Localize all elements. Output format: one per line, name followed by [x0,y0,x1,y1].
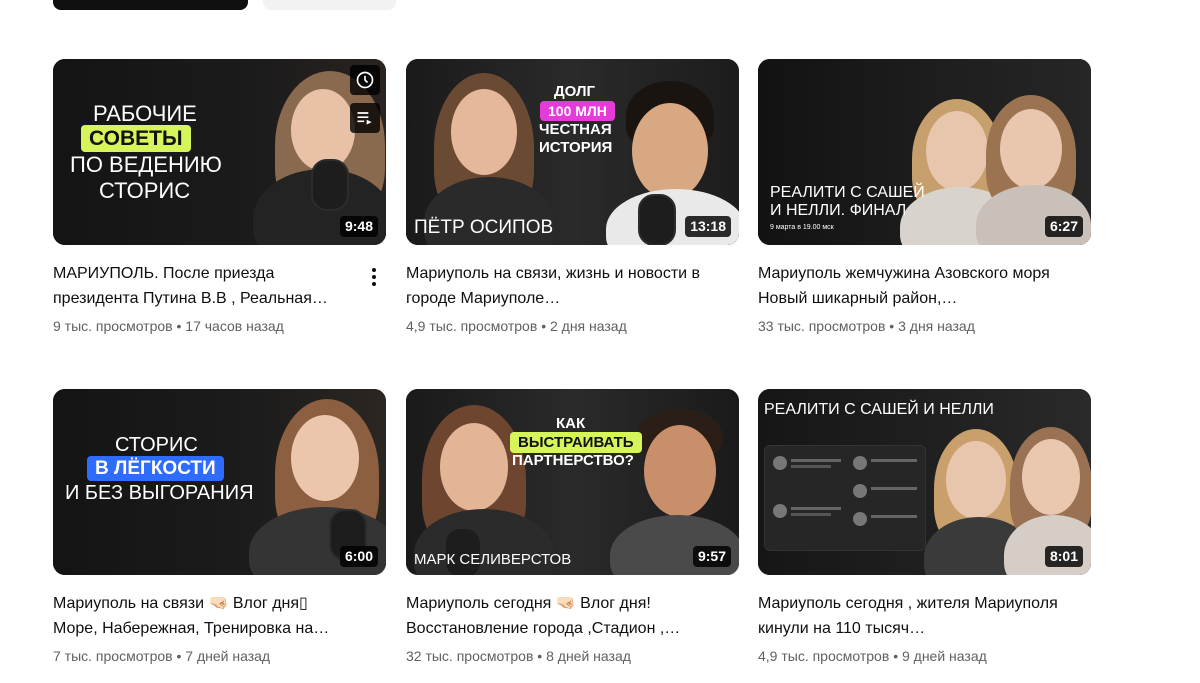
meta-separator: • [176,648,182,664]
thumbnail-text: РЕАЛИТИ С САШЕЙ [770,184,925,201]
video-title[interactable]: Мариуполь на связи 🤜🏻 Влог дня▯ Море, На… [53,591,353,641]
video-card[interactable]: РЕАЛИТИ С САШЕЙ И НЕЛЛИ. ФИНАЛ 9 марта в… [758,59,1091,336]
video-card[interactable]: РАБОЧИЕ СОВЕТЫ ПО ВЕДЕНИЮ СТОРИС 9:48 МА… [53,59,386,336]
thumbnail-text: ДОЛГ [554,83,596,100]
video-duration: 13:18 [685,216,731,237]
view-count: 4,9 тыс. просмотров [406,318,538,334]
view-count: 4,9 тыс. просмотров [758,648,890,664]
meta-separator: • [541,318,547,334]
thumbnail-text: ИСТОРИЯ [539,139,613,156]
filter-chip[interactable] [263,0,396,10]
video-meta: 4,9 тыс. просмотров • 9 дней назад [758,646,1091,666]
thumbnail-text-highlight: ВЫСТРАИВАТЬ [510,432,642,453]
video-card[interactable]: СТОРИС В ЛЁГКОСТИ И БЕЗ ВЫГОРАНИЯ 6:00 М… [53,389,386,666]
video-duration: 9:57 [692,546,731,567]
upload-age: 9 дней назад [901,648,987,664]
video-duration: 8:01 [1044,546,1083,567]
meta-separator: • [537,648,543,664]
video-title[interactable]: Мариуполь сегодня , жителя Мариуполя кин… [758,591,1058,641]
thumbnail-text: ПО ВЕДЕНИЮ [70,152,222,177]
thumbnail-name-caption: ПЁТР ОСИПОВ [414,217,554,238]
video-duration: 9:48 [339,216,378,237]
thumbnail-name-caption: МАРК СЕЛИВЕРСТОВ [414,551,572,568]
video-meta: 33 тыс. просмотров • 3 дня назад [758,316,1091,336]
video-title[interactable]: Мариуполь сегодня 🤜🏻 Влог дня! Восстанов… [406,591,706,641]
thumbnail-text: РЕАЛИТИ С САШЕЙ И НЕЛЛИ [764,401,994,418]
video-title[interactable]: Мариуполь на связи, жизнь и новости в го… [406,261,706,311]
meta-separator: • [176,318,182,334]
video-card[interactable]: ДОЛГ 100 МЛН ЧЕСТНАЯ ИСТОРИЯ ПЁТР ОСИПОВ… [406,59,739,336]
video-card[interactable]: КАК ВЫСТРАИВАТЬ ПАРТНЕРСТВО? МАРК СЕЛИВЕ… [406,389,739,666]
queue-icon [357,112,372,125]
thumbnail-text: И БЕЗ ВЫГОРАНИЯ [65,482,254,504]
view-count: 33 тыс. просмотров [758,318,886,334]
view-count: 7 тыс. просмотров [53,648,173,664]
watch-later-button[interactable] [350,65,380,95]
meta-separator: • [893,648,899,664]
video-duration: 6:27 [1044,216,1083,237]
more-actions-button[interactable] [362,257,386,297]
thumbnail-text: КАК [556,415,586,432]
upload-age: 2 дня назад [549,318,627,334]
video-thumbnail[interactable]: РАБОЧИЕ СОВЕТЫ ПО ВЕДЕНИЮ СТОРИС 9:48 [53,59,386,245]
video-duration: 6:00 [339,546,378,567]
video-thumbnail[interactable]: СТОРИС В ЛЁГКОСТИ И БЕЗ ВЫГОРАНИЯ 6:00 [53,389,386,575]
view-count: 32 тыс. просмотров [406,648,534,664]
thumbnail-text-highlight: 100 МЛН [540,101,615,121]
video-meta: 9 тыс. просмотров • 17 часов назад [53,316,386,336]
add-to-queue-button[interactable] [350,103,380,133]
meta-separator: • [889,318,895,334]
thumbnail-text: ЧЕСТНАЯ [539,121,612,138]
video-thumbnail[interactable]: КАК ВЫСТРАИВАТЬ ПАРТНЕРСТВО? МАРК СЕЛИВЕ… [406,389,739,575]
video-title[interactable]: Мариуполь жемчужина Азовского моря Новый… [758,261,1058,311]
video-title[interactable]: МАРИУПОЛЬ. После приезда президента Пути… [53,261,353,311]
thumbnail-text: СТОРИС [99,178,191,203]
thumbnail-text-highlight: СОВЕТЫ [81,125,191,152]
upload-age: 17 часов назад [185,318,284,334]
video-thumbnail[interactable]: РЕАЛИТИ С САШЕЙ И НЕЛЛИ 8:01 [758,389,1091,575]
video-meta: 4,9 тыс. просмотров • 2 дня назад [406,316,739,336]
video-meta: 32 тыс. просмотров • 8 дней назад [406,646,739,666]
thumbnail-subtext: 9 марта в 19.00 мск [770,224,834,231]
thumbnail-text: СТОРИС [115,434,198,456]
thumbnail-text: И НЕЛЛИ. ФИНАЛ [770,202,907,219]
filter-chip-active[interactable] [53,0,248,10]
more-vert-icon [372,268,376,286]
upload-age: 3 дня назад [898,318,975,334]
video-card[interactable]: РЕАЛИТИ С САШЕЙ И НЕЛЛИ 8:01 Мариуполь с… [758,389,1091,666]
video-meta: 7 тыс. просмотров • 7 дней назад [53,646,386,666]
thumbnail-text: ПАРТНЕРСТВО? [512,452,634,469]
upload-age: 8 дней назад [546,648,631,664]
video-thumbnail[interactable]: ДОЛГ 100 МЛН ЧЕСТНАЯ ИСТОРИЯ ПЁТР ОСИПОВ… [406,59,739,245]
upload-age: 7 дней назад [185,648,271,664]
video-thumbnail[interactable]: РЕАЛИТИ С САШЕЙ И НЕЛЛИ. ФИНАЛ 9 марта в… [758,59,1091,245]
view-count: 9 тыс. просмотров [53,318,173,334]
thumbnail-info-panel [764,445,926,551]
thumbnail-text: РАБОЧИЕ [93,101,197,126]
thumbnail-text-highlight: В ЛЁГКОСТИ [87,456,224,481]
clock-icon [356,71,374,89]
